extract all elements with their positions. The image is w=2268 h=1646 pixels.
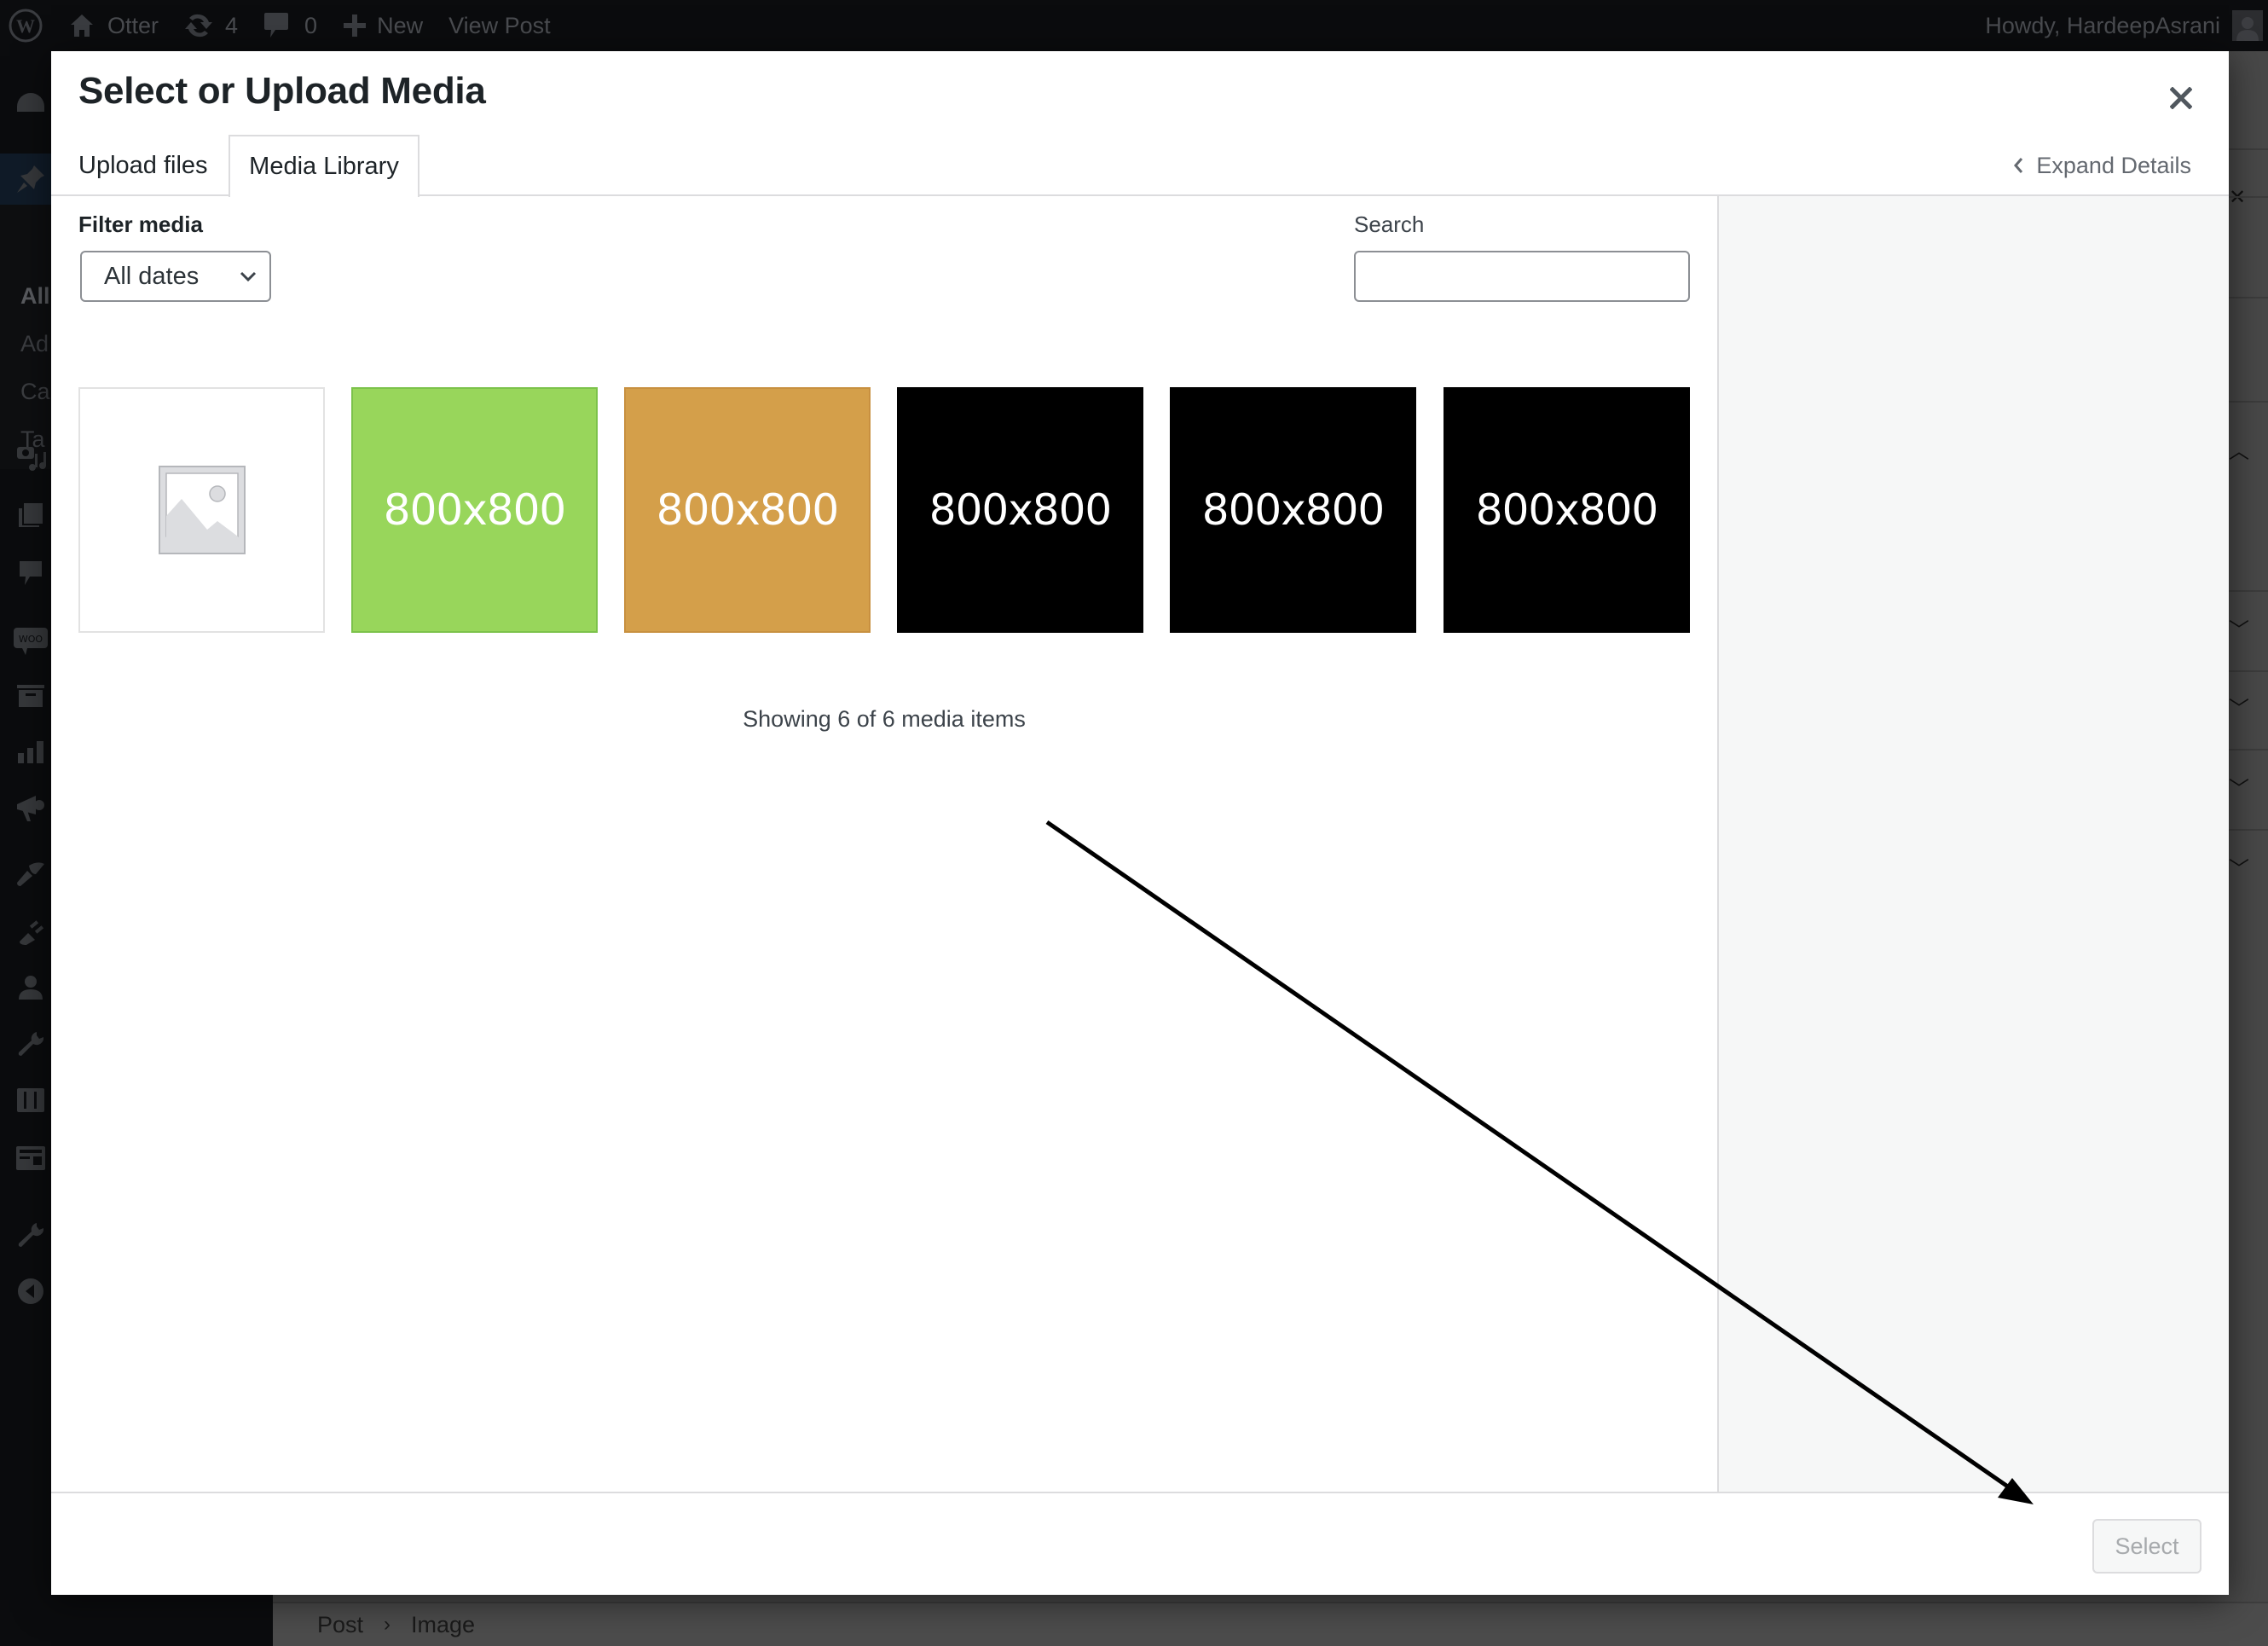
media-item-label: 800x800 <box>929 485 1112 535</box>
home-icon <box>68 12 95 39</box>
date-filter-value: All dates <box>104 262 200 290</box>
submenu-add[interactable]: Ad <box>20 331 49 357</box>
new-content-link[interactable]: New <box>343 0 423 51</box>
settings-icon[interactable] <box>14 1083 48 1117</box>
chevron-down-icon[interactable]: ﹀ <box>2229 780 2253 800</box>
products-icon[interactable] <box>14 679 48 713</box>
modal-title: Select or Upload Media <box>78 70 486 112</box>
media-item[interactable]: 800x800 <box>351 387 598 633</box>
updates-link[interactable]: 4 <box>184 0 238 51</box>
media-icon[interactable] <box>14 440 48 474</box>
media-router-tabs: Upload files Media Library <box>51 135 2229 197</box>
greeting: Howdy, HardeepAsrani <box>1985 12 2220 38</box>
analytics-icon[interactable] <box>14 735 48 769</box>
tab-media-library[interactable]: Media Library <box>229 135 419 197</box>
view-post-link[interactable]: View Post <box>448 0 551 51</box>
woo-icon[interactable]: WOO <box>14 624 48 658</box>
chevron-down-icon[interactable]: ﹀ <box>2229 699 2253 720</box>
tools-icon[interactable] <box>14 1027 48 1061</box>
admin-bar: W Otter 4 0 New View Post Howdy, Hardeep… <box>0 0 2268 51</box>
users-icon[interactable] <box>14 971 48 1005</box>
pages-icon[interactable] <box>14 498 48 532</box>
breadcrumb-post[interactable]: Post <box>317 1612 363 1638</box>
media-browser: Filter media All dates Search 800x800 800… <box>51 196 1717 1492</box>
comments-count: 0 <box>304 12 318 38</box>
svg-text:W: W <box>16 15 35 37</box>
tab-upload-files[interactable]: Upload files <box>78 135 208 196</box>
updates-count: 4 <box>225 12 239 38</box>
media-item-label: 800x800 <box>1201 485 1385 535</box>
media-item[interactable]: 800x800 <box>897 387 1143 633</box>
expand-details-button[interactable]: Expand Details <box>2012 135 2191 196</box>
avatar-icon <box>2232 10 2263 41</box>
search-input[interactable] <box>1354 251 1690 302</box>
date-filter-select[interactable]: All dates <box>80 251 271 302</box>
wordpress-logo-icon[interactable]: W <box>9 0 43 51</box>
chevron-left-icon <box>2014 158 2023 173</box>
panel-close-icon[interactable]: ✕ <box>2229 188 2253 208</box>
my-account[interactable]: Howdy, HardeepAsrani <box>1985 10 2268 41</box>
filter-media-label: Filter media <box>78 212 203 237</box>
layout-icon[interactable] <box>14 1141 48 1175</box>
chevron-down-icon[interactable]: ﹀ <box>2229 621 2253 641</box>
dashboard-icon[interactable] <box>14 87 48 121</box>
media-item[interactable]: 800x800 <box>1170 387 1416 633</box>
image-placeholder-icon <box>158 466 246 554</box>
chevron-down-icon <box>240 271 257 282</box>
site-name: Otter <box>107 12 159 38</box>
view-post-label: View Post <box>448 12 551 38</box>
media-item[interactable] <box>78 387 325 633</box>
media-item[interactable]: 800x800 <box>1444 387 1690 633</box>
close-icon <box>2170 87 2192 109</box>
media-item-label: 800x800 <box>1475 485 1658 535</box>
site-name-link[interactable]: Otter <box>68 0 159 51</box>
appearance-icon[interactable] <box>14 856 48 890</box>
comments-icon[interactable] <box>14 556 48 590</box>
svg-text:WOO: WOO <box>19 634 43 645</box>
modal-toolbar: Select <box>51 1492 2229 1595</box>
expand-details-label: Expand Details <box>2036 152 2191 178</box>
comment-icon <box>263 11 289 40</box>
submenu-categories[interactable]: Ca <box>20 379 50 405</box>
pin-icon[interactable] <box>14 162 48 196</box>
submenu-all[interactable]: All <box>20 283 50 310</box>
new-label: New <box>377 12 424 38</box>
media-item[interactable]: 800x800 <box>624 387 871 633</box>
media-count-text: Showing 6 of 6 media items <box>743 706 1026 732</box>
wrench-icon[interactable] <box>14 1218 48 1252</box>
comments-link[interactable]: 0 <box>263 0 317 51</box>
close-button[interactable] <box>2157 77 2205 119</box>
collapse-icon[interactable] <box>14 1274 48 1308</box>
media-item-label: 800x800 <box>656 485 839 535</box>
plus-icon <box>343 14 367 38</box>
plugins-icon[interactable] <box>14 914 48 948</box>
media-modal: Select or Upload Media Upload files Medi… <box>51 51 2229 1595</box>
updates-icon <box>184 11 213 40</box>
breadcrumb-image[interactable]: Image <box>411 1612 475 1638</box>
marketing-icon[interactable] <box>14 791 48 826</box>
select-button[interactable]: Select <box>2092 1519 2201 1574</box>
attachment-details-sidebar <box>1717 196 2229 1492</box>
search-label: Search <box>1354 212 1425 237</box>
block-breadcrumb: Post › Image <box>273 1602 2268 1646</box>
chevron-up-icon[interactable]: ︿ <box>2229 442 2253 462</box>
breadcrumb-separator-icon: › <box>384 1613 391 1636</box>
chevron-down-icon[interactable]: ﹀ <box>2229 860 2253 880</box>
media-item-label: 800x800 <box>383 485 566 535</box>
